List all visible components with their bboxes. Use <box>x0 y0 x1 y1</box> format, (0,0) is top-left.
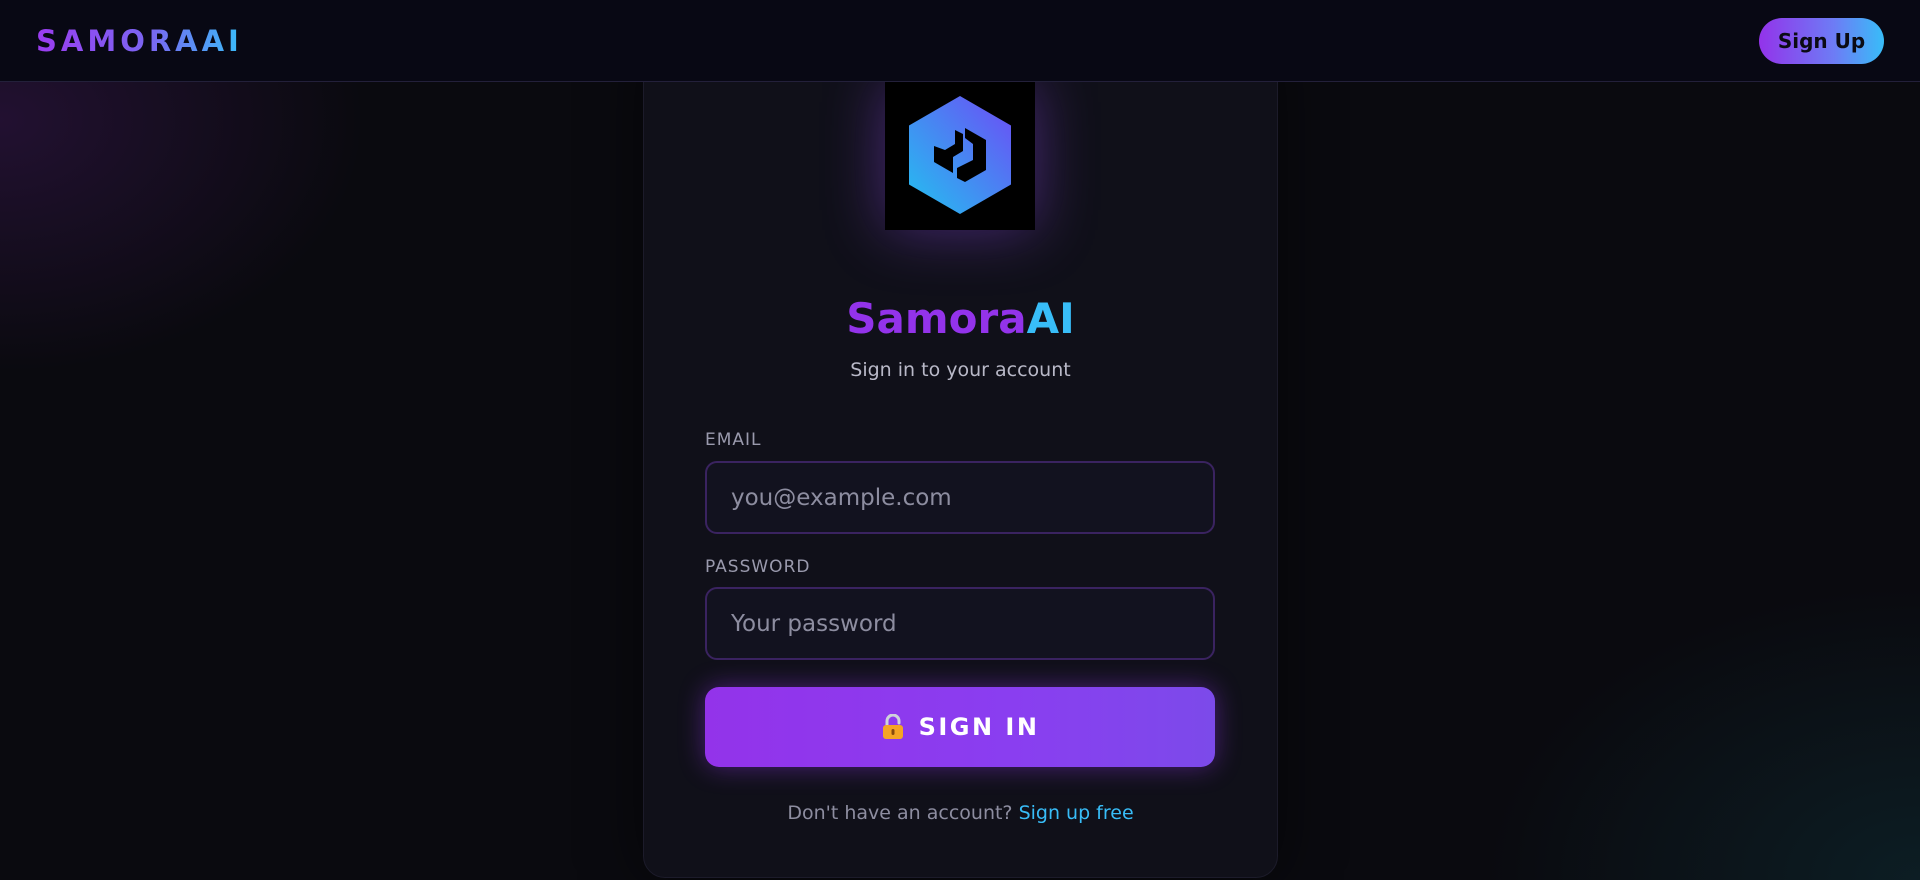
signup-prompt: Don't have an account? Sign up free <box>643 802 1278 824</box>
email-field[interactable] <box>705 461 1215 534</box>
lock-icon <box>882 714 903 739</box>
signup-button[interactable]: Sign Up <box>1759 18 1884 64</box>
hexagon-logo-icon <box>909 96 1011 214</box>
sign-in-label: SIGN IN <box>918 713 1040 741</box>
app-logo <box>885 82 1035 230</box>
sign-in-button[interactable]: SIGN IN <box>705 687 1215 767</box>
title-samora: Samora <box>846 294 1027 343</box>
top-navbar: SAMORAAI Sign Up <box>0 0 1920 82</box>
card-subtitle: Sign in to your account <box>850 359 1071 381</box>
brand-logo-text[interactable]: SAMORAAI <box>36 24 243 58</box>
signup-free-link[interactable]: Sign up free <box>1019 802 1134 824</box>
password-field[interactable] <box>705 587 1215 660</box>
card-title: SamoraAI <box>643 294 1278 343</box>
password-label: PASSWORD <box>705 557 811 577</box>
email-label: EMAIL <box>705 430 762 450</box>
signup-prompt-text: Don't have an account? <box>787 802 1013 824</box>
title-ai: AI <box>1026 294 1075 343</box>
